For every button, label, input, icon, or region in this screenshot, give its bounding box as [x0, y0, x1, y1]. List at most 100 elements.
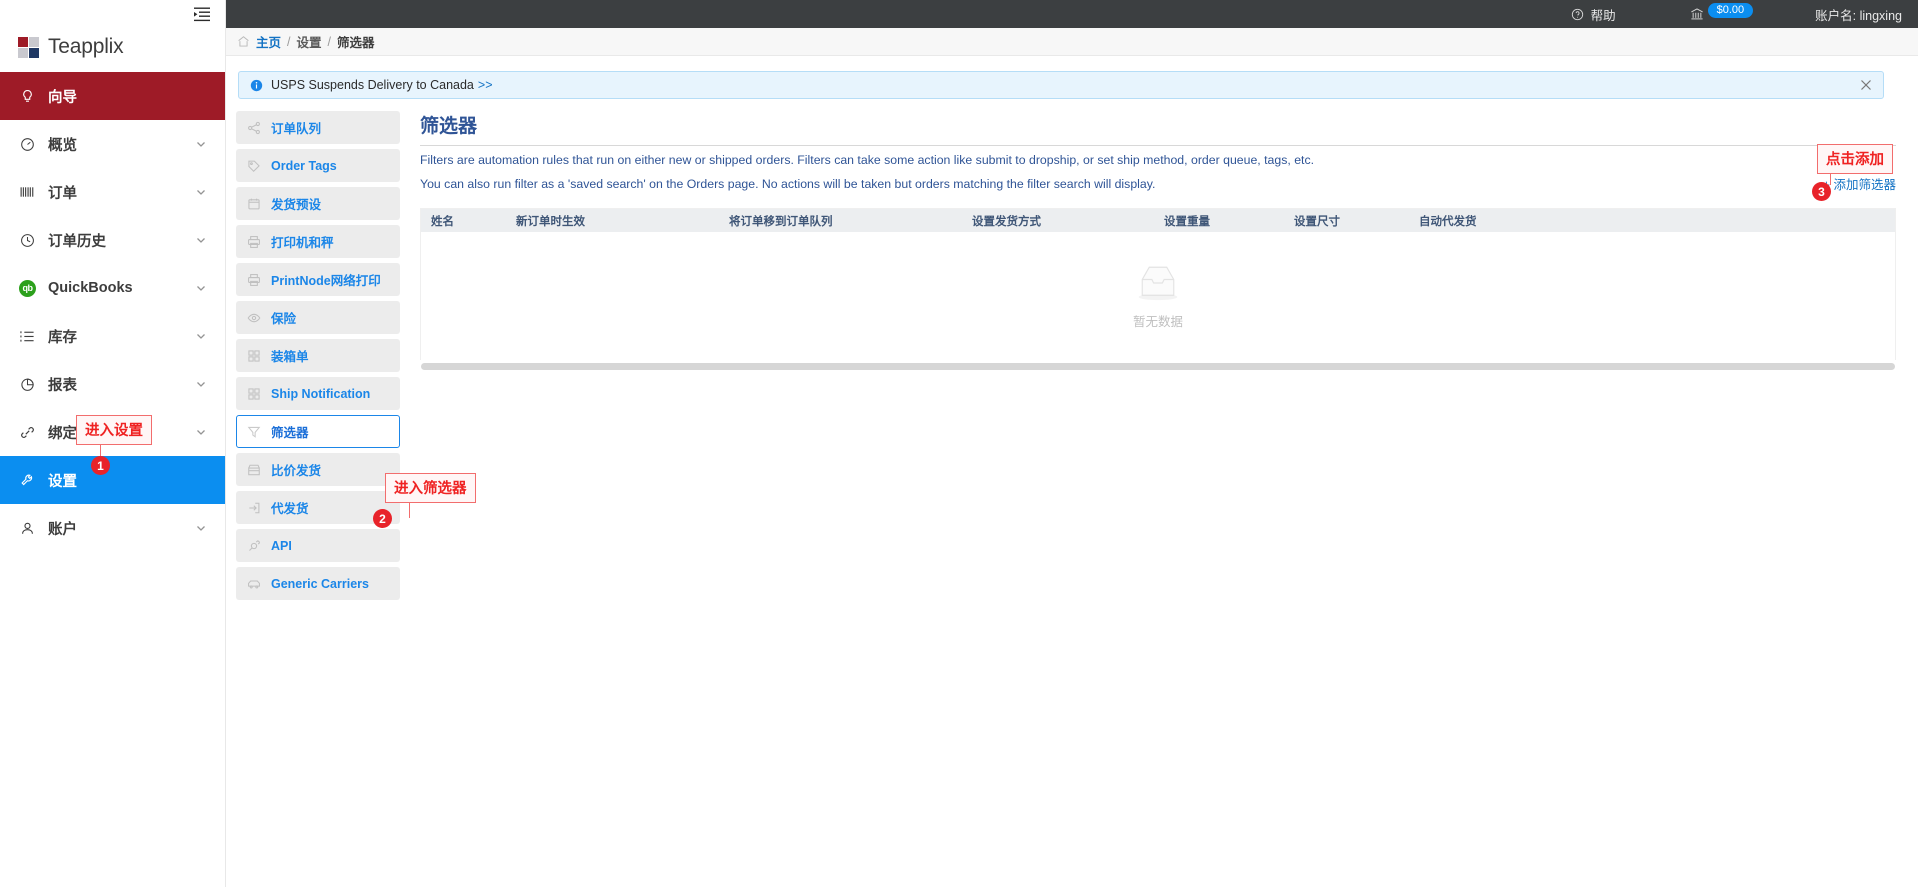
truck-icon: [248, 580, 260, 588]
wrench-icon: [19, 472, 36, 489]
lightbulb-icon: [19, 88, 36, 105]
sidebar-item-orders[interactable]: 订单: [0, 168, 225, 216]
chevron-down-icon: [197, 286, 205, 291]
close-icon[interactable]: [1860, 79, 1872, 91]
plug-icon: [249, 539, 260, 551]
sidebar-item-inventory[interactable]: 库存: [0, 312, 225, 360]
column-header-dimension: 设置尺寸: [1294, 215, 1340, 228]
barcode-icon: [19, 184, 36, 201]
sidebar-item-order-history[interactable]: 订单历史: [0, 216, 225, 264]
annotation-label-3: 点击添加: [1817, 144, 1893, 174]
calendar-a-icon: [248, 198, 260, 209]
submenu-item-printnode[interactable]: PrintNode网络打印: [236, 263, 400, 296]
add-filter-link[interactable]: + 添加筛选器: [1823, 174, 1896, 193]
submenu-item-label: Generic Carriers: [271, 576, 369, 591]
submenu-item-label: 筛选器: [271, 426, 309, 440]
help-button[interactable]: 帮助: [1571, 5, 1616, 24]
submenu-item-label: 打印机和秤: [271, 236, 334, 250]
filters-description-line-1: Filters are automation rules that run on…: [420, 153, 1315, 167]
sidebar-item-label: 订单: [48, 185, 77, 202]
help-label: 帮助: [1590, 8, 1616, 23]
page-title: 筛选器: [420, 116, 478, 137]
grid-icon: [248, 387, 260, 400]
chevron-down-icon: [197, 142, 205, 147]
bank-icon: [1690, 8, 1703, 20]
submenu-item-label: API: [271, 538, 292, 553]
submenu-item-printer-scale[interactable]: 打印机和秤: [236, 225, 400, 258]
submenu-item-label: 订单队列: [271, 122, 322, 136]
content-area: USPS Suspends Delivery to Canada >> 订单队列…: [226, 56, 1918, 887]
home-icon[interactable]: [237, 35, 250, 48]
column-header-ship-method: 设置发货方式: [972, 215, 1041, 228]
submenu-item-label: 发货预设: [271, 198, 322, 212]
column-header-move-queue: 将订单移到订单队列: [729, 215, 833, 228]
gauge-icon: [19, 136, 36, 153]
submenu-item-api[interactable]: API: [236, 529, 400, 562]
sidebar-item-overview[interactable]: 概览: [0, 120, 225, 168]
sidebar-item-settings[interactable]: 设置: [0, 456, 225, 504]
chevron-down-icon: [197, 190, 205, 195]
printer-icon: [248, 235, 260, 248]
column-header-name: 姓名: [431, 215, 454, 228]
submenu-item-label: 装箱单: [271, 350, 309, 364]
link-icon: [19, 424, 36, 441]
submenu-item-order-queue[interactable]: 订单队列: [236, 111, 400, 144]
breadcrumb: 主页 / 设置 / 筛选器: [226, 28, 1918, 56]
funnel-icon: [247, 426, 261, 438]
submenu-item-label: 代发货: [271, 502, 309, 516]
breadcrumb-current: 筛选器: [337, 36, 375, 50]
clock-icon: [19, 232, 36, 249]
annotation-badge-1: 1: [91, 456, 110, 475]
sidebar-item-quickbooks[interactable]: qb QuickBooks: [0, 264, 225, 312]
banner-text: USPS Suspends Delivery to Canada: [271, 78, 474, 92]
account-name[interactable]: 账户名: lingxing: [1815, 5, 1902, 24]
sidebar-item-reports[interactable]: 报表: [0, 360, 225, 408]
breadcrumb-home[interactable]: 主页: [256, 32, 281, 51]
list-icon: [19, 328, 36, 345]
submenu-item-rate-shopping[interactable]: 比价发货: [236, 453, 400, 486]
annotation-badge-2: 2: [373, 509, 392, 528]
table-scrollbar-thumb[interactable]: [421, 363, 1895, 370]
brand-name: Teapplix: [48, 35, 124, 58]
submenu-item-label: PrintNode网络打印: [271, 274, 381, 288]
empty-inbox-icon: [1138, 266, 1178, 301]
share-nodes-icon: [248, 121, 260, 134]
wallet-button[interactable]: $0.00: [1690, 2, 1756, 22]
submenu-item-shipping-preset[interactable]: 发货预设: [236, 187, 400, 220]
column-header-weight: 设置重量: [1164, 215, 1210, 228]
submenu-item-insurance[interactable]: 保险: [236, 301, 400, 334]
submenu-item-order-tags[interactable]: Order Tags: [236, 149, 400, 182]
balance-badge[interactable]: $0.00: [1707, 2, 1754, 18]
annotation-label-1: 进入设置: [76, 415, 152, 445]
top-bar: 帮助 $0.00 账户名: lingxing: [226, 0, 1918, 28]
sidebar-item-account[interactable]: 账户: [0, 504, 225, 552]
chevron-down-icon: [197, 382, 205, 387]
annotation-label-2: 进入筛选器: [385, 473, 476, 503]
submenu-item-label: Ship Notification: [271, 386, 371, 401]
sidebar-item-label: 库存: [48, 329, 77, 346]
settings-body: 订单队列 Order Tags 发货预设 打印机和秤 PrintNode网络打印…: [232, 111, 1898, 605]
sidebar-item-label: 设置: [48, 473, 77, 490]
right-region: 帮助 $0.00 账户名: lingxing 主页 / 设置 / 筛选器 USP…: [226, 0, 1918, 887]
user-icon: [19, 520, 36, 537]
chevron-down-icon: [197, 430, 205, 435]
filters-description-line-2: You can also run filter as a 'saved sear…: [420, 177, 1156, 191]
collapse-menu-icon[interactable]: [193, 7, 211, 22]
sidebar-nav: 向导 概览 订单 订单历史 qb QuickBooks 库存 报表 绑定 设置 …: [0, 72, 225, 552]
chevron-down-icon: [197, 334, 205, 339]
breadcrumb-settings[interactable]: 设置: [297, 32, 322, 51]
submenu-item-generic-carriers[interactable]: Generic Carriers: [236, 567, 400, 600]
submenu-item-ship-notification[interactable]: Ship Notification: [236, 377, 400, 410]
table-horizontal-scrollbar[interactable]: [420, 360, 1896, 372]
notification-banner: USPS Suspends Delivery to Canada >>: [238, 71, 1884, 99]
sidebar-item-guide[interactable]: 向导: [0, 72, 225, 120]
store-icon: [248, 464, 260, 475]
tag-icon: [248, 160, 260, 172]
eye-icon: [247, 313, 261, 322]
submenu-item-filters[interactable]: 筛选器: [236, 415, 400, 448]
brand-logo[interactable]: Teapplix: [0, 28, 225, 66]
info-circle-icon: [250, 79, 263, 91]
quickbooks-icon: qb: [19, 279, 36, 297]
submenu-item-packing-slip[interactable]: 装箱单: [236, 339, 400, 372]
banner-link-arrows[interactable]: >>: [478, 78, 493, 92]
